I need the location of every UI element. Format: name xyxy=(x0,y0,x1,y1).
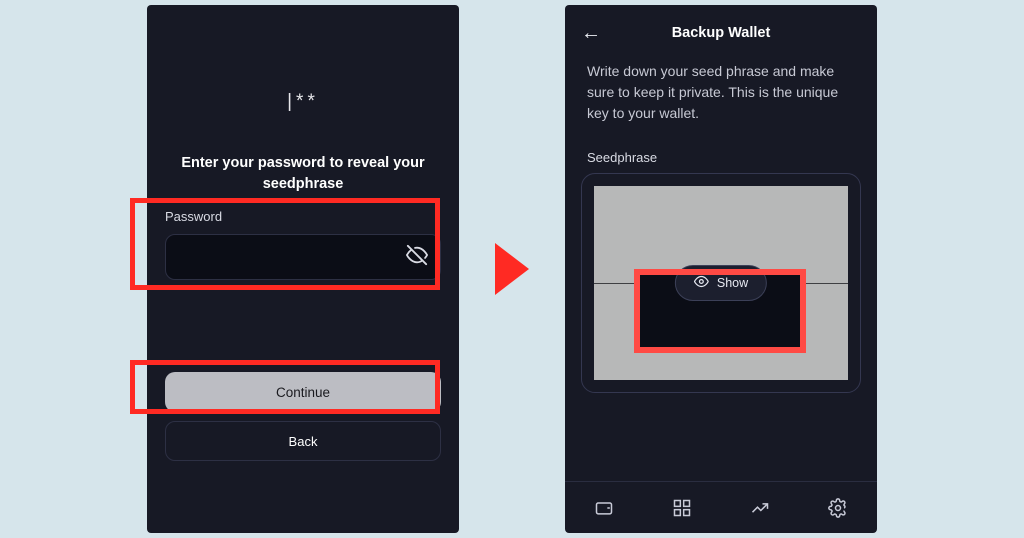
show-button[interactable]: Show xyxy=(675,265,767,301)
grid-tab-icon[interactable] xyxy=(671,497,693,519)
seedphrase-frame: Show xyxy=(581,173,861,393)
password-input[interactable] xyxy=(178,249,406,265)
eye-icon xyxy=(694,274,709,292)
password-screen: |** Enter your password to reveal your s… xyxy=(147,5,459,533)
chart-tab-icon[interactable] xyxy=(749,497,771,519)
password-mask-display: |** xyxy=(147,91,459,113)
flow-arrow-icon xyxy=(495,243,529,295)
show-button-label: Show xyxy=(717,276,748,290)
password-input-shell[interactable] xyxy=(165,234,441,280)
page-title: Backup Wallet xyxy=(672,25,771,41)
settings-tab-icon[interactable] xyxy=(827,497,849,519)
seedphrase-blurred-area: Show xyxy=(594,186,848,380)
password-field-group: Password xyxy=(165,209,441,280)
password-label: Password xyxy=(165,209,441,224)
bottom-tab-bar xyxy=(565,481,877,533)
wallet-tab-icon[interactable] xyxy=(593,497,615,519)
back-button[interactable]: Back xyxy=(165,421,441,461)
back-arrow-icon[interactable]: ← xyxy=(581,22,601,45)
backup-description: Write down your seed phrase and make sur… xyxy=(565,55,877,124)
seedphrase-label: Seedphrase xyxy=(565,124,877,173)
instruction-text: Enter your password to reveal your seedp… xyxy=(147,153,459,195)
continue-button[interactable]: Continue xyxy=(165,372,441,412)
backup-wallet-screen: ← Backup Wallet Write down your seed phr… xyxy=(565,5,877,533)
eye-off-icon[interactable] xyxy=(406,244,428,271)
header-bar: ← Backup Wallet xyxy=(565,11,877,55)
